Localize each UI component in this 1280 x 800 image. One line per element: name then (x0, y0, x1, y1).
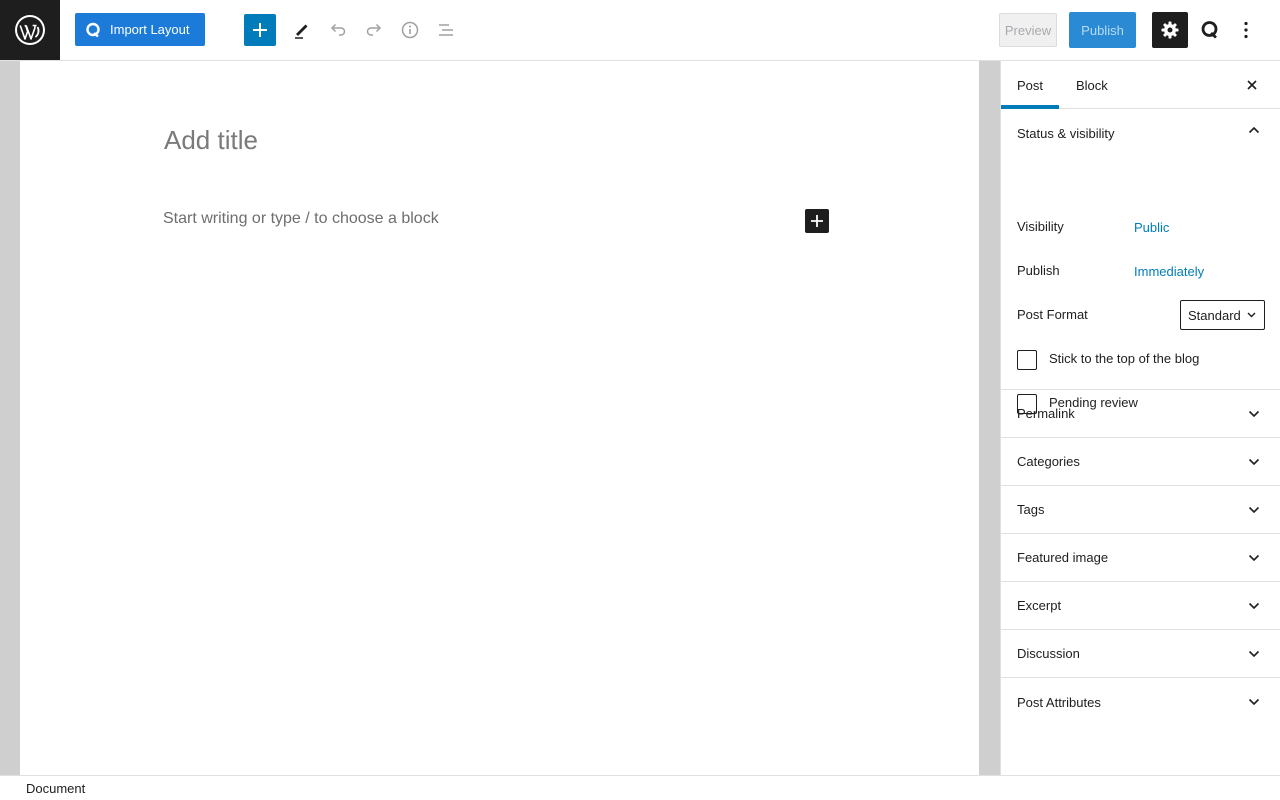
redo-button[interactable] (358, 14, 390, 46)
panel-post-attributes-title: Post Attributes (1017, 694, 1101, 710)
qubely-q-icon (85, 22, 101, 38)
panel-discussion[interactable]: Discussion (1001, 630, 1280, 678)
sidebar-tabs: Post Block (1001, 61, 1280, 109)
editor-header: Import Layout Preview Publish (0, 0, 1280, 61)
chevron-down-icon (1248, 506, 1260, 514)
plus-icon (253, 23, 267, 37)
tab-post[interactable]: Post (1001, 61, 1059, 109)
chevron-down-icon (1248, 410, 1260, 418)
qubely-button[interactable] (1196, 14, 1224, 46)
status-visibility-toggle[interactable]: Status & visibility (1001, 109, 1280, 157)
post-format-select[interactable]: Standard (1180, 300, 1265, 330)
chevron-down-icon (1248, 698, 1260, 706)
panel-permalink[interactable]: Permalink (1001, 390, 1280, 438)
status-visibility-title: Status & visibility (1017, 125, 1115, 141)
status-visibility-panel: Visibility Public Publish Immediately Po… (1001, 157, 1280, 414)
chevron-down-icon (1247, 312, 1256, 318)
undo-icon (330, 23, 346, 36)
tools-button[interactable] (286, 14, 318, 46)
panel-categories-title: Categories (1017, 454, 1080, 469)
visibility-label: Visibility (1017, 219, 1064, 234)
post-format-label: Post Format (1017, 307, 1088, 322)
sticky-checkbox[interactable] (1017, 350, 1037, 370)
publish-button[interactable]: Publish (1069, 12, 1136, 48)
publish-date-toggle[interactable]: Immediately (1134, 264, 1204, 279)
panel-featured-image[interactable]: Featured image (1001, 534, 1280, 582)
tab-block[interactable]: Block (1060, 61, 1124, 109)
chevron-down-icon (1248, 458, 1260, 466)
close-icon (1247, 80, 1257, 90)
breadcrumb-document[interactable]: Document (26, 781, 85, 796)
details-button[interactable] (394, 14, 426, 46)
inline-add-block-button[interactable] (805, 209, 829, 233)
paragraph-block-placeholder[interactable]: Start writing or type / to choose a bloc… (163, 210, 439, 228)
wordpress-logo-icon (15, 15, 45, 45)
undo-button[interactable] (322, 14, 354, 46)
settings-sidebar: Post Block Status & visibility Visibilit… (1000, 61, 1280, 775)
wordpress-logo-button[interactable] (0, 0, 60, 60)
chevron-down-icon (1248, 650, 1260, 658)
panel-discussion-title: Discussion (1017, 646, 1080, 661)
list-view-button[interactable] (430, 14, 462, 46)
settings-button[interactable] (1152, 12, 1188, 48)
qubely-q-icon (1201, 21, 1218, 39)
panel-tags-title: Tags (1017, 502, 1045, 517)
import-layout-label: Import Layout (110, 22, 190, 37)
import-layout-button[interactable]: Import Layout (75, 13, 205, 46)
panel-excerpt[interactable]: Excerpt (1001, 582, 1280, 630)
post-title-input[interactable]: Add title (164, 125, 258, 156)
visibility-toggle[interactable]: Public (1134, 220, 1169, 235)
sticky-label: Stick to the top of the blog (1049, 351, 1200, 366)
publish-date-label: Publish (1017, 263, 1060, 278)
redo-icon (366, 23, 382, 36)
panel-tags[interactable]: Tags (1001, 486, 1280, 534)
close-sidebar-button[interactable] (1240, 75, 1264, 95)
add-block-button[interactable] (244, 14, 276, 46)
block-breadcrumb-bar: Document (0, 775, 1280, 800)
editor-canvas: Add title Start writing or type / to cho… (20, 61, 979, 775)
panel-post-attributes[interactable]: Post Attributes (1001, 678, 1280, 726)
more-vertical-icon (1244, 21, 1248, 39)
post-format-value: Standard (1188, 307, 1241, 323)
plus-icon (811, 215, 823, 227)
list-view-icon (439, 24, 453, 36)
panel-categories[interactable]: Categories (1001, 438, 1280, 486)
chevron-down-icon (1248, 602, 1260, 610)
panel-permalink-title: Permalink (1017, 406, 1075, 421)
chevron-down-icon (1248, 554, 1260, 562)
gear-icon (1161, 21, 1179, 39)
info-icon (401, 21, 419, 39)
chevron-up-icon (1248, 126, 1260, 134)
preview-button[interactable]: Preview (999, 13, 1057, 47)
panel-featured-image-title: Featured image (1017, 550, 1109, 565)
more-options-button[interactable] (1232, 14, 1260, 46)
pencil-icon (295, 24, 308, 39)
editor-canvas-area: Add title Start writing or type / to cho… (0, 61, 1000, 775)
panel-excerpt-title: Excerpt (1017, 598, 1062, 613)
